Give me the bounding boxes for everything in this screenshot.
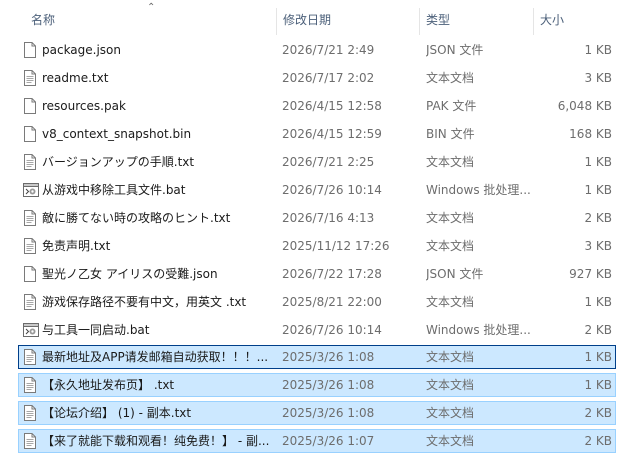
file-type: JSON 文件 [426,43,484,57]
file-type: 文本文档 [426,155,475,169]
file-name: v8_context_snapshot.bin [42,127,192,141]
file-name: バージョンアップの手順.txt [42,155,195,169]
file-modified-date: 2025/3/26 1:08 [282,406,375,420]
file-size: 6,048 KB [557,99,612,113]
file-row-selected[interactable]: 【永久地址发布页】 .txt 2025/3/26 1:08 文本文档 1 KB [0,372,628,400]
file-modified-date: 2025/8/21 22:00 [282,295,382,309]
batch-file-icon [23,322,39,338]
file-modified-date: 2025/11/12 17:26 [282,239,390,253]
text-document-icon [23,405,37,421]
file-name: package.json [42,43,122,57]
file-row-selected[interactable]: 最新地址及APP请发邮箱自动获取！！！... 2025/3/26 1:08 文本文档… [0,344,628,372]
text-document-icon [23,210,37,226]
file-name: readme.txt [42,71,109,85]
document-icon [23,266,37,282]
file-modified-date: 2026/4/15 12:59 [282,127,382,141]
document-icon [23,98,37,114]
file-row[interactable]: 与工具一同启动.bat 2026/7/26 10:14 Windows 批处理...… [0,316,628,344]
file-size: 2 KB [584,434,612,448]
file-row-selected[interactable]: 【来了就能下载和观看！纯免费！】 - 副... 2025/3/26 1:07 文本文… [0,428,628,456]
column-header-size[interactable]: 大小 [533,0,628,36]
batch-file-icon [23,182,39,198]
file-size: 2 KB [584,211,612,225]
file-name: 免责声明.txt [42,239,111,253]
file-row[interactable]: package.json 2026/7/21 2:49 JSON 文件 1 KB [0,36,628,64]
file-type: 文本文档 [426,378,475,392]
file-type: 文本文档 [426,350,475,364]
column-header-modified[interactable]: 修改日期 [276,0,419,36]
file-name: 从游戏中移除工具文件.bat [42,183,186,197]
file-row[interactable]: 免责声明.txt 2025/11/12 17:26 文本文档 3 KB [0,232,628,260]
file-modified-date: 2026/7/21 2:25 [282,155,375,169]
file-name: 【论坛介绍】 (1) - 副本.txt [42,406,192,420]
file-row[interactable]: resources.pak 2026/4/15 12:58 PAK 文件 6,048 … [0,92,628,120]
file-name: 最新地址及APP请发邮箱自动获取！！！... [42,350,269,364]
file-name: resources.pak [42,99,126,113]
file-type: JSON 文件 [426,267,484,281]
file-modified-date: 2026/7/16 4:13 [282,211,375,225]
file-modified-date: 2026/7/17 2:02 [282,71,375,85]
file-type: Windows 批处理... [426,183,531,197]
file-name: 与工具一同启动.bat [42,323,150,337]
file-modified-date: 2025/3/26 1:08 [282,378,375,392]
file-size: 1 KB [584,155,612,169]
file-type: PAK 文件 [426,99,477,113]
file-type: BIN 文件 [426,127,475,141]
file-name: 游戏保存路径不要有中文，用英文 .txt [42,295,247,309]
text-document-icon [23,70,37,86]
text-document-icon [23,349,37,365]
file-modified-date: 2026/7/26 10:14 [282,183,382,197]
file-size: 2 KB [584,323,612,337]
file-row[interactable]: 聖光ノ乙女 アイリスの受難.json 2026/7/22 17:28 JSON 文件… [0,260,628,288]
file-size: 2 KB [584,406,612,420]
text-document-icon [23,377,37,393]
file-size: 927 KB [569,267,612,281]
file-row[interactable]: 从游戏中移除工具文件.bat 2026/7/26 10:14 Windows 批处理… [0,176,628,204]
text-document-icon [23,238,37,254]
file-modified-date: 2026/7/26 10:14 [282,323,382,337]
file-name: 【来了就能下载和观看！纯免费！】 - 副... [42,434,270,448]
file-row[interactable]: 游戏保存路径不要有中文，用英文 .txt 2025/8/21 22:00 文本文档 1… [0,288,628,316]
file-size: 168 KB [569,127,612,141]
file-name: 敵に勝てない時の攻略のヒント.txt [42,211,231,225]
document-icon [23,126,37,142]
column-header-bar: ⌃ 名称 修改日期 类型 大小 [0,0,628,36]
file-modified-date: 2026/4/15 12:58 [282,99,382,113]
file-type: Windows 批处理... [426,323,531,337]
file-type: 文本文档 [426,71,475,85]
file-size: 1 KB [584,43,612,57]
document-icon [23,42,37,58]
file-size: 3 KB [584,239,612,253]
file-size: 1 KB [584,350,612,364]
column-header-type[interactable]: 类型 [419,0,533,36]
file-size: 3 KB [584,71,612,85]
column-header-name[interactable]: 名称 [24,0,276,36]
file-row[interactable]: v8_context_snapshot.bin 2026/4/15 12:59 BI… [0,120,628,148]
file-size: 1 KB [584,295,612,309]
file-type: 文本文档 [426,434,475,448]
file-modified-date: 2025/3/26 1:08 [282,350,375,364]
file-modified-date: 2026/7/21 2:49 [282,43,375,57]
file-type: 文本文档 [426,239,475,253]
file-type: 文本文档 [426,406,475,420]
file-size: 1 KB [584,183,612,197]
file-size: 1 KB [584,378,612,392]
text-document-icon [23,294,37,310]
file-row[interactable]: 敵に勝てない時の攻略のヒント.txt 2026/7/16 4:13 文本文档 2 KB [0,204,628,232]
text-document-icon [23,154,37,170]
file-row[interactable]: readme.txt 2026/7/17 2:02 文本文档 3 KB [0,64,628,92]
file-modified-date: 2025/3/26 1:07 [282,434,375,448]
file-modified-date: 2026/7/22 17:28 [282,267,382,281]
file-row[interactable]: バージョンアップの手順.txt 2026/7/21 2:25 文本文档 1 KB [0,148,628,176]
file-type: 文本文档 [426,295,475,309]
file-name: 【永久地址发布页】 .txt [42,378,175,392]
file-name: 聖光ノ乙女 アイリスの受難.json [42,267,218,281]
file-type: 文本文档 [426,211,475,225]
file-row-selected[interactable]: 【论坛介绍】 (1) - 副本.txt 2025/3/26 1:08 文本文档 2 K… [0,400,628,428]
